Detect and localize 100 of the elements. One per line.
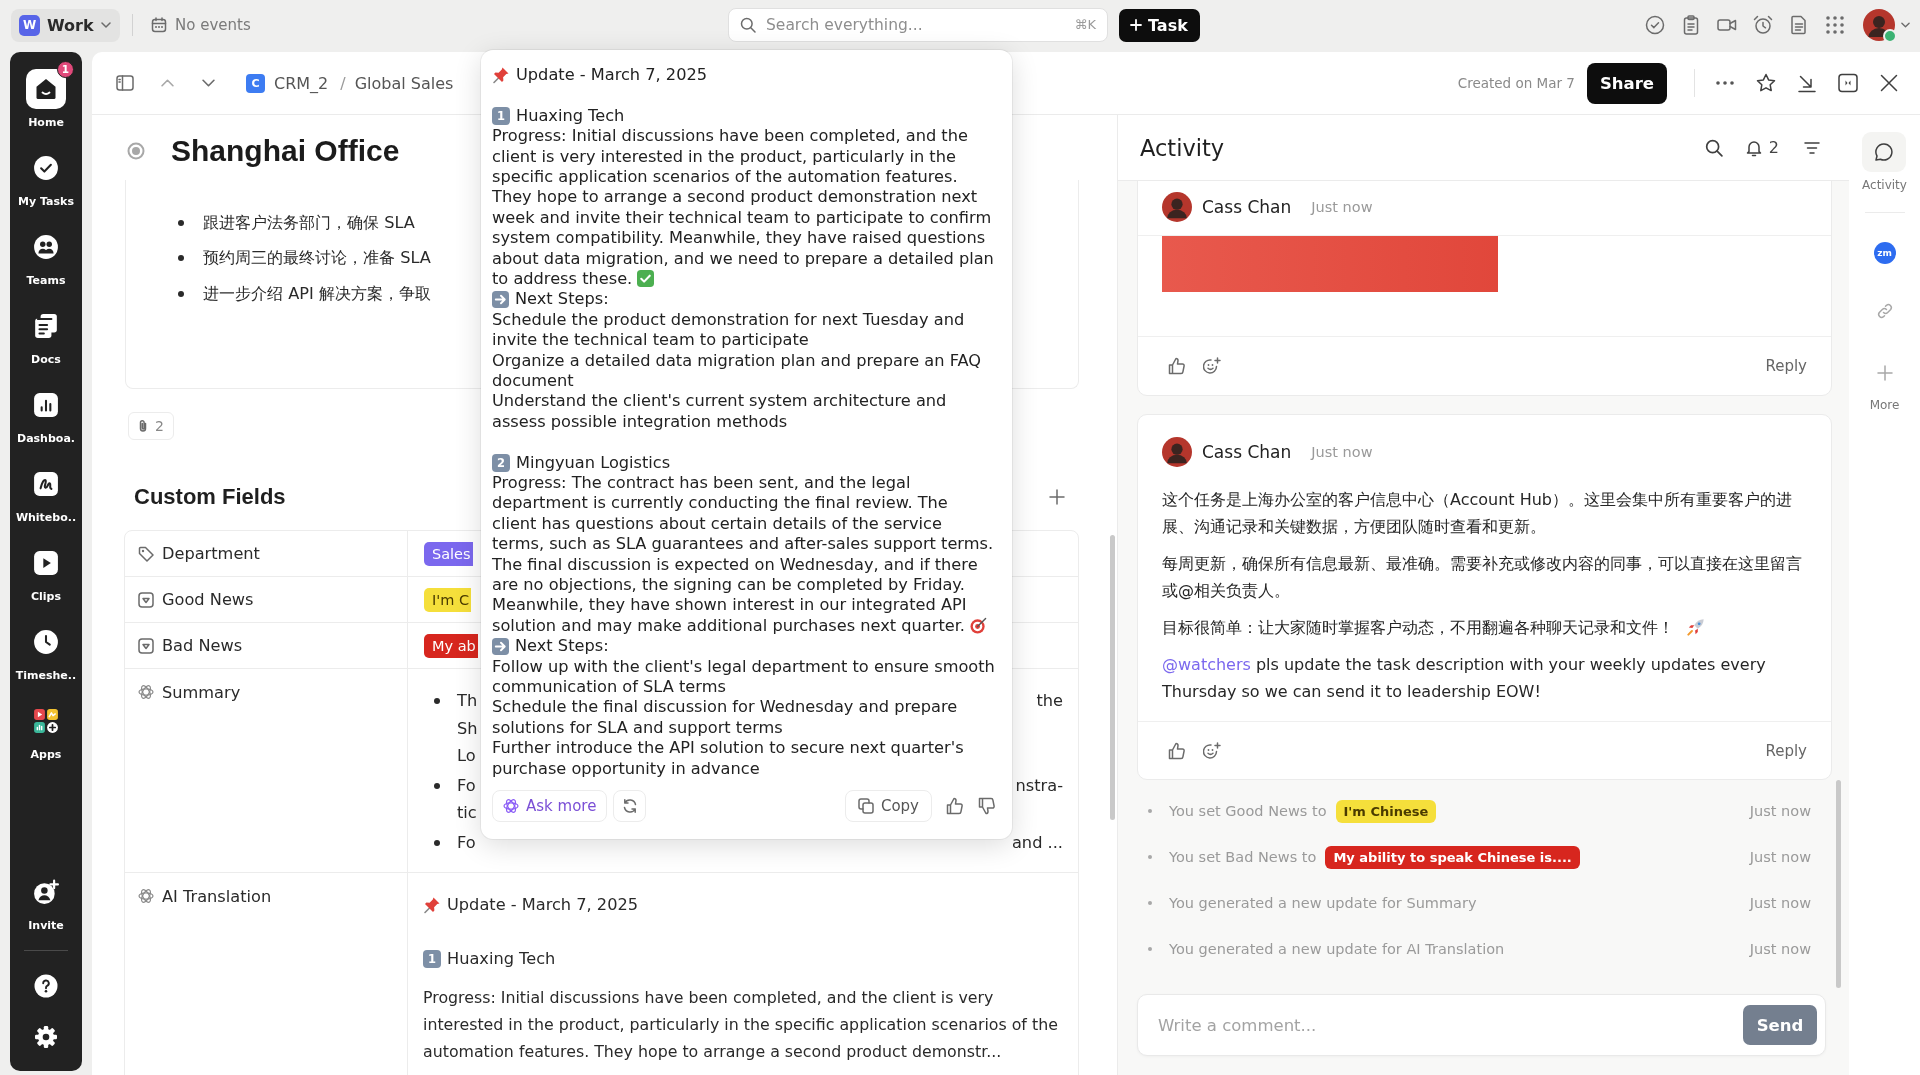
bullet-icon	[434, 698, 440, 704]
summary-text: Sh	[457, 718, 478, 738]
sidebar-item[interactable]: Timeshe..	[10, 608, 82, 687]
bullet-icon	[178, 255, 184, 262]
activity-tab[interactable]: Activity	[1862, 132, 1907, 192]
field-option[interactable]: I'm C	[424, 587, 472, 612]
alarm-clock-icon[interactable]	[1753, 15, 1773, 35]
summary-text: Lo	[457, 746, 476, 766]
step-text: Follow up with the client's legal department to ensure smooth communication of SLA terms	[492, 656, 996, 698]
ask-more-button[interactable]: Ask more	[492, 790, 608, 823]
reply-button[interactable]: Reply	[1765, 357, 1807, 375]
smiley-plus-icon[interactable]	[1203, 741, 1221, 760]
activity-log-text: You set Bad News to	[1169, 849, 1317, 865]
sidebar-item[interactable]: Docs	[10, 292, 82, 371]
people-icon	[33, 233, 59, 260]
field-label: Summary	[162, 684, 241, 702]
settings-icon[interactable]	[34, 1025, 58, 1049]
clipboard-icon[interactable]	[1681, 15, 1701, 35]
bullet-icon	[1148, 809, 1152, 813]
summary-text: Th	[457, 691, 478, 711]
sidebar-item[interactable]: Teams	[10, 213, 82, 292]
invite-button[interactable]: Invite	[10, 858, 82, 937]
number-keycap: 2	[492, 453, 510, 472]
reply-button[interactable]: Reply	[1765, 741, 1807, 760]
sidebar-item[interactable]: 1 Home	[10, 55, 82, 134]
breadcrumb-link[interactable]: CRM_2	[274, 73, 329, 93]
task-title: Shanghai Office	[171, 134, 400, 168]
plus-icon	[1130, 19, 1142, 31]
section-heading: Custom Fields	[134, 484, 286, 510]
help-icon[interactable]	[34, 974, 58, 998]
thumbs-down-icon[interactable]	[978, 797, 996, 816]
search-icon[interactable]	[1704, 138, 1723, 157]
next-steps-label: Next Steps:	[515, 289, 609, 310]
user-avatar[interactable]	[1863, 9, 1895, 41]
thumbs-up-icon[interactable]	[1168, 741, 1186, 760]
sidebar-toggle-icon[interactable]	[116, 74, 134, 92]
bullet-icon	[434, 839, 440, 846]
sidebar-item[interactable]: Clips	[10, 529, 82, 608]
regenerate-button[interactable]	[613, 790, 647, 823]
summary-text: tic	[457, 803, 477, 823]
document-icon[interactable]	[1789, 15, 1809, 35]
summary-text: the	[1036, 691, 1063, 711]
split-view-icon[interactable]	[1838, 73, 1858, 93]
field-option[interactable]: Sales	[424, 541, 473, 566]
attachments-button[interactable]: 2	[128, 412, 174, 440]
comment-text: 每周更新，确保所有信息最新、最准确。需要补充或修改内容的同事，可以直接在这里留言或@相关负责人。	[1162, 553, 1803, 602]
thumbs-up-icon[interactable]	[946, 797, 964, 816]
chevron-down-icon[interactable]	[202, 79, 215, 87]
log-time: Just now	[1749, 803, 1811, 819]
thumbs-up-icon[interactable]	[1168, 357, 1186, 375]
breadcrumb-link[interactable]: Global Sales	[354, 73, 454, 93]
app-grid-icon	[33, 707, 59, 734]
new-task-button[interactable]: Task	[1119, 8, 1200, 42]
field-label: Good News	[162, 590, 254, 609]
paperclip-icon	[138, 419, 148, 433]
space-logo: C	[246, 73, 265, 93]
update-heading: Update - March 7, 2025	[447, 895, 639, 914]
comment-text: 这个任务是上海办公室的客户信息中心（Account Hub）。这里会集中所有重要客户的进展、沟通记录和关键数据，方便团队随时查看和更新。	[1162, 489, 1793, 538]
mention-link[interactable]: @watchers	[1162, 655, 1251, 674]
workspace-switcher[interactable]: W Work	[11, 8, 120, 42]
sidebar-item[interactable]: Whitebo..	[10, 450, 82, 529]
field-label: AI Translation	[162, 888, 272, 906]
field-label: Department	[162, 544, 260, 563]
chevron-down-icon	[100, 22, 111, 28]
activity-log-text: You generated a new update for AI Translation	[1169, 941, 1505, 957]
bullet-icon	[178, 219, 184, 226]
app-logo[interactable]: zm	[1873, 242, 1896, 264]
sidebar-item[interactable]: Dashboa.	[10, 371, 82, 450]
calendar-button[interactable]: No events	[151, 16, 251, 34]
sidebar-item[interactable]: My Tasks	[10, 134, 82, 213]
bell-icon	[1744, 138, 1763, 157]
bar-chart-icon	[33, 391, 59, 418]
smiley-plus-icon[interactable]	[1203, 357, 1221, 375]
created-date: Created on Mar 7	[1457, 75, 1575, 91]
atom-icon	[138, 888, 154, 904]
comment-text: @watchers pls update the task description with your weekly updates every Thursday so we can send it to leadership EOW!	[1162, 654, 1767, 703]
share-button[interactable]: Share	[1586, 62, 1667, 104]
squiggle-icon	[33, 470, 59, 497]
grid-icon[interactable]	[1825, 15, 1845, 35]
star-icon[interactable]	[1756, 73, 1776, 93]
popover-heading: Update - March 7, 2025	[516, 65, 708, 86]
sidebar-item[interactable]: Apps	[10, 687, 82, 766]
minimize-icon[interactable]	[1797, 73, 1817, 93]
dropdown-icon	[138, 637, 154, 654]
more-button[interactable]: More	[1865, 365, 1904, 412]
field-option[interactable]: My ab	[424, 633, 478, 658]
number-keycap: 1	[492, 106, 510, 125]
check-circle-icon[interactable]	[1645, 15, 1665, 35]
copy-button[interactable]: Copy	[844, 790, 932, 823]
summary-text: Fo	[457, 775, 476, 795]
close-icon[interactable]	[1879, 73, 1899, 93]
plus-icon[interactable]	[1049, 489, 1065, 505]
notifications-button[interactable]: 2	[1744, 138, 1779, 157]
scrollbar-thumb[interactable]	[1110, 535, 1115, 820]
log-time: Just now	[1749, 849, 1811, 865]
chevron-down-icon[interactable]	[1901, 22, 1910, 28]
activity-log-text: You set Good News to	[1169, 803, 1327, 819]
pushpin-icon	[492, 66, 510, 85]
summary-text: and ...	[1011, 832, 1063, 852]
scrollbar-thumb[interactable]	[1836, 780, 1841, 988]
